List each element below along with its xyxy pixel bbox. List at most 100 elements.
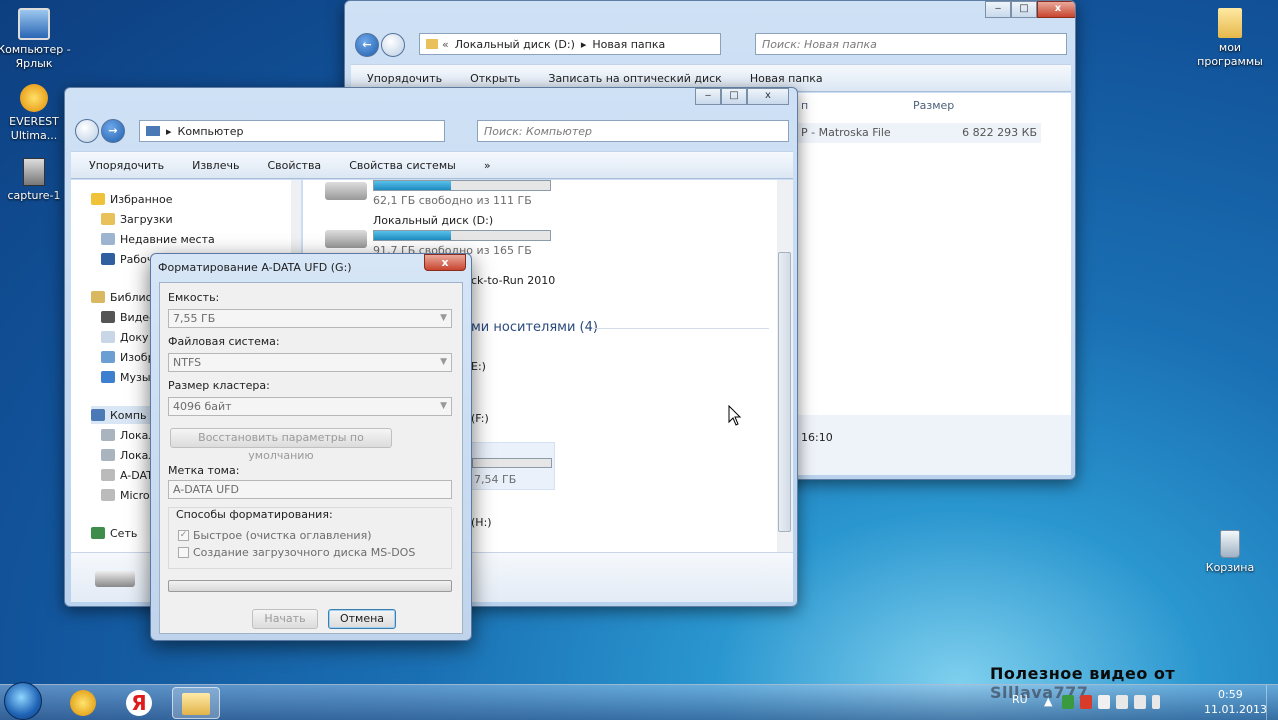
- taskbar-yandex-icon[interactable]: Я: [116, 687, 162, 719]
- content-scrollbar[interactable]: [777, 180, 793, 552]
- cluster-value: 4096 байт: [173, 400, 232, 413]
- breadcrumb-folder[interactable]: Новая папка: [592, 38, 665, 51]
- breadcrumb-drive[interactable]: Локальный диск (D:): [455, 38, 575, 51]
- usb-drive-icon: [101, 489, 115, 501]
- drive-h-label[interactable]: (H:): [471, 516, 492, 529]
- removable-group-header: ми носителями (4): [471, 320, 598, 335]
- tray-volume-icon[interactable]: [1134, 695, 1146, 709]
- file-row[interactable]: P - Matroska File 6 822 293 КБ: [797, 123, 1041, 143]
- desktop-icon-label: Компьютер - Ярлык: [0, 43, 71, 70]
- maximize-button[interactable]: □: [1011, 1, 1037, 18]
- system-properties-button[interactable]: Свойства системы: [335, 159, 470, 172]
- search-input[interactable]: Поиск: Новая папка: [755, 33, 1067, 55]
- capacity-select[interactable]: 7,55 ГБ ▼: [168, 309, 452, 328]
- nav-local-disk-d[interactable]: Локал: [101, 446, 155, 464]
- tray-battery-icon[interactable]: [1152, 695, 1160, 709]
- eject-button[interactable]: Извлечь: [178, 159, 253, 172]
- new-folder-button[interactable]: Новая папка: [736, 72, 837, 85]
- scroll-thumb[interactable]: [778, 252, 791, 532]
- drive-d-usage-bar: [373, 230, 551, 241]
- filesystem-select[interactable]: NTFS ▼: [168, 353, 452, 372]
- taskbar-everest-icon[interactable]: [60, 687, 106, 719]
- tray-network-icon[interactable]: [1116, 695, 1128, 709]
- minimize-button[interactable]: ‒: [695, 88, 721, 105]
- tray-icons[interactable]: ▲: [1044, 695, 1160, 709]
- address-bar[interactable]: ▸ Компьютер: [139, 120, 445, 142]
- burn-button[interactable]: Записать на оптический диск: [534, 72, 735, 85]
- tray-warning-icon[interactable]: [1080, 695, 1092, 709]
- dropdown-arrow-icon: ▼: [440, 357, 447, 367]
- taskbar-explorer-icon[interactable]: [172, 687, 220, 719]
- maximize-button[interactable]: □: [721, 88, 747, 105]
- clock-time[interactable]: 0:59: [1218, 688, 1243, 701]
- drive-icon: [325, 230, 367, 248]
- cancel-button[interactable]: Отмена: [328, 609, 396, 629]
- search-input[interactable]: Поиск: Компьютер: [477, 120, 789, 142]
- start-button[interactable]: Начать: [252, 609, 318, 629]
- nav-images[interactable]: Изобр: [101, 348, 155, 366]
- more-button[interactable]: »: [470, 159, 505, 172]
- usb-drive-icon: [101, 469, 115, 481]
- nav-micro[interactable]: Micro: [101, 486, 150, 504]
- nav-network[interactable]: Сеть: [91, 524, 137, 542]
- tray-flag-icon[interactable]: [1098, 695, 1110, 709]
- quick-format-checkbox[interactable]: ✓ Быстрое (очистка оглавления): [178, 529, 371, 542]
- command-bar: Упорядочить Извлечь Свойства Свойства си…: [71, 151, 793, 179]
- clock-date[interactable]: 11.01.2013: [1204, 703, 1267, 716]
- nav-adata[interactable]: A-DAT: [101, 466, 153, 484]
- drive-d-name[interactable]: Локальный диск (D:): [373, 214, 493, 227]
- taskbar: Я RU ▲ 0:59 11.01.2013: [0, 682, 1278, 720]
- breadcrumb-computer[interactable]: Компьютер: [178, 125, 244, 138]
- dialog-body: Емкость: 7,55 ГБ ▼ Файловая система: NTFS…: [159, 282, 463, 634]
- group-divider: [593, 328, 769, 329]
- nav-libraries[interactable]: Библио: [91, 288, 152, 306]
- drive-f-label[interactable]: (F:): [471, 412, 489, 425]
- volume-label-input[interactable]: A-DATA UFD: [168, 480, 452, 499]
- column-header-size[interactable]: Размер: [913, 99, 954, 112]
- start-button[interactable]: [4, 682, 42, 720]
- tray-shield-icon[interactable]: [1062, 695, 1074, 709]
- desktop-icon-computer[interactable]: Компьютер - Ярлык: [0, 8, 74, 71]
- usage-fill: [374, 181, 452, 190]
- address-bar[interactable]: « Локальный диск (D:) ▸ Новая папка: [419, 33, 721, 55]
- dropdown-arrow-icon: ▼: [440, 401, 447, 411]
- nav-desktop[interactable]: Рабоч: [101, 250, 153, 268]
- back-button[interactable]: ←: [355, 33, 379, 57]
- desktop-icon-myprograms[interactable]: мои программы: [1190, 8, 1270, 69]
- organize-button[interactable]: Упорядочить: [71, 159, 178, 172]
- cluster-select[interactable]: 4096 байт ▼: [168, 397, 452, 416]
- desktop-icon-everest[interactable]: EVEREST Ultima...: [0, 84, 74, 143]
- click-to-run-item[interactable]: ck-to-Run 2010: [471, 274, 555, 287]
- tray-arrow-icon[interactable]: ▲: [1044, 695, 1056, 709]
- nav-downloads[interactable]: Загрузки: [101, 210, 173, 228]
- open-button[interactable]: Открыть: [456, 72, 534, 85]
- close-button[interactable]: x: [747, 88, 789, 105]
- msdos-checkbox[interactable]: Создание загрузочного диска MS-DOS: [178, 546, 415, 559]
- breadcrumb-sep: «: [442, 37, 449, 51]
- drive-e-label[interactable]: E:): [471, 360, 486, 373]
- nav-music[interactable]: Музы: [101, 368, 151, 386]
- close-button[interactable]: x: [1037, 1, 1075, 18]
- drive-g-usage-bar: [472, 458, 552, 468]
- capacity-label: Емкость:: [168, 291, 220, 304]
- dialog-close-button[interactable]: x: [424, 254, 466, 271]
- show-desktop-button[interactable]: [1266, 685, 1278, 720]
- forward-button[interactable]: [381, 33, 405, 57]
- column-header-name[interactable]: п: [801, 99, 808, 112]
- drive-g-selected[interactable]: 7,54 ГБ: [471, 442, 555, 490]
- desktop-icon-capture[interactable]: capture-1: [0, 158, 74, 203]
- restore-defaults-button[interactable]: Восстановить параметры по умолчанию: [170, 428, 392, 462]
- nav-local-disk-c[interactable]: Локал: [101, 426, 155, 444]
- minimize-button[interactable]: ‒: [985, 1, 1011, 18]
- forward-button[interactable]: →: [101, 119, 125, 143]
- organize-button[interactable]: Упорядочить: [351, 72, 456, 85]
- nav-documents[interactable]: Доку: [101, 328, 148, 346]
- language-indicator[interactable]: RU: [1012, 693, 1028, 706]
- desktop-icon-recycle-bin[interactable]: Корзина: [1190, 530, 1270, 575]
- properties-button[interactable]: Свойства: [253, 159, 335, 172]
- back-button[interactable]: [75, 119, 99, 143]
- window-controls: ‒ □ x: [985, 1, 1075, 18]
- nav-favorites[interactable]: Избранное: [91, 190, 172, 208]
- nav-video[interactable]: Видео: [101, 308, 156, 326]
- nav-recent[interactable]: Недавние места: [101, 230, 215, 248]
